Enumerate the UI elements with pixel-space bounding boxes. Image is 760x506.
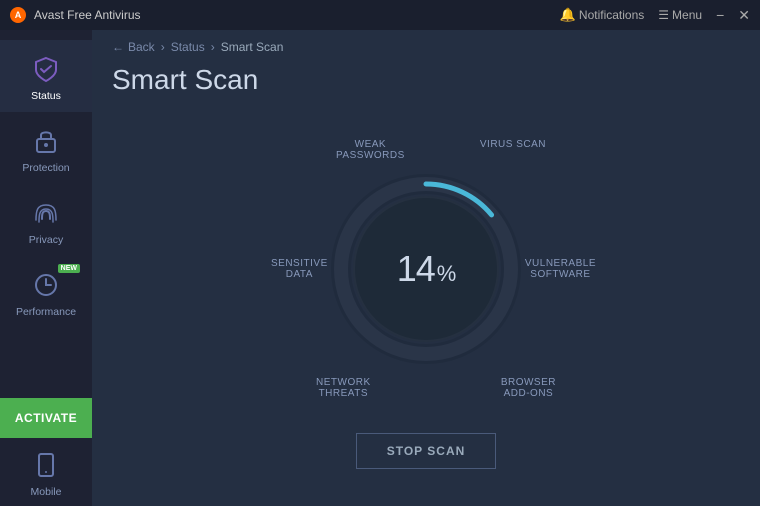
- breadcrumb: ← Back › Status › Smart Scan: [92, 30, 760, 60]
- label-weak-passwords: WEAKPASSWORDS: [336, 139, 405, 161]
- menu-button[interactable]: ☰ Menu: [658, 8, 702, 22]
- titlebar-left: A Avast Free Antivirus: [10, 7, 141, 23]
- scan-center: 14%: [397, 248, 456, 290]
- back-label: Back: [128, 40, 155, 54]
- page-title: Smart Scan: [92, 60, 760, 112]
- hamburger-icon: ☰: [658, 8, 669, 22]
- label-sensitive-data: SENSITIVEDATA: [271, 258, 328, 280]
- activate-button[interactable]: ACTIVATE: [0, 398, 92, 438]
- breadcrumb-separator-2: ›: [211, 40, 215, 54]
- label-browser-addons: BROWSERADD-ONS: [501, 377, 556, 399]
- titlebar: A Avast Free Antivirus 🔔 Notifications ☰…: [0, 0, 760, 30]
- shield-icon: [31, 54, 61, 84]
- sidebar-item-mobile[interactable]: Mobile: [0, 438, 92, 506]
- label-virus-scan: VIRUS SCAN: [480, 139, 546, 150]
- back-button[interactable]: ← Back: [112, 40, 155, 54]
- stop-scan-button[interactable]: STOP SCAN: [356, 433, 497, 469]
- close-button[interactable]: ✕: [738, 7, 750, 24]
- sidebar-mobile-label: Mobile: [31, 486, 62, 498]
- scan-percentage: 14%: [397, 248, 456, 290]
- app-logo-icon: A: [10, 7, 26, 23]
- sidebar-performance-label: Performance: [16, 306, 76, 318]
- label-vulnerable-software: VULNERABLESOFTWARE: [525, 258, 596, 280]
- titlebar-right: 🔔 Notifications ☰ Menu − ✕: [560, 7, 750, 24]
- sidebar-item-status[interactable]: Status: [0, 40, 92, 112]
- app-container: Status Protection Privacy: [0, 30, 760, 506]
- back-arrow-icon: ←: [112, 40, 124, 54]
- sidebar-item-privacy[interactable]: Privacy: [0, 184, 92, 256]
- performance-icon: [31, 270, 61, 300]
- breadcrumb-separator-1: ›: [161, 40, 165, 54]
- minimize-button[interactable]: −: [716, 7, 724, 23]
- breadcrumb-current: Smart Scan: [221, 40, 284, 54]
- scan-ring-container: WEAKPASSWORDS VIRUS SCAN SENSITIVEDATA V…: [286, 129, 566, 409]
- main-content: ← Back › Status › Smart Scan Smart Scan …: [92, 30, 760, 506]
- scan-area: WEAKPASSWORDS VIRUS SCAN SENSITIVEDATA V…: [92, 112, 760, 506]
- bell-icon: 🔔: [560, 7, 576, 23]
- sidebar-item-protection[interactable]: Protection: [0, 112, 92, 184]
- percent-symbol: %: [437, 261, 456, 286]
- notifications-button[interactable]: 🔔 Notifications: [560, 7, 645, 23]
- sidebar-privacy-label: Privacy: [29, 234, 63, 246]
- mobile-icon: [31, 450, 61, 480]
- breadcrumb-status[interactable]: Status: [171, 40, 205, 54]
- fingerprint-icon: [31, 198, 61, 228]
- label-network-threats: NETWORKTHREATS: [316, 377, 371, 399]
- sidebar-status-label: Status: [31, 90, 61, 102]
- new-badge: NEW: [58, 264, 80, 273]
- sidebar: Status Protection Privacy: [0, 30, 92, 506]
- sidebar-protection-label: Protection: [22, 162, 69, 174]
- lock-icon: [31, 126, 61, 156]
- sidebar-item-performance[interactable]: NEW Performance: [0, 256, 92, 328]
- app-title: Avast Free Antivirus: [34, 8, 141, 22]
